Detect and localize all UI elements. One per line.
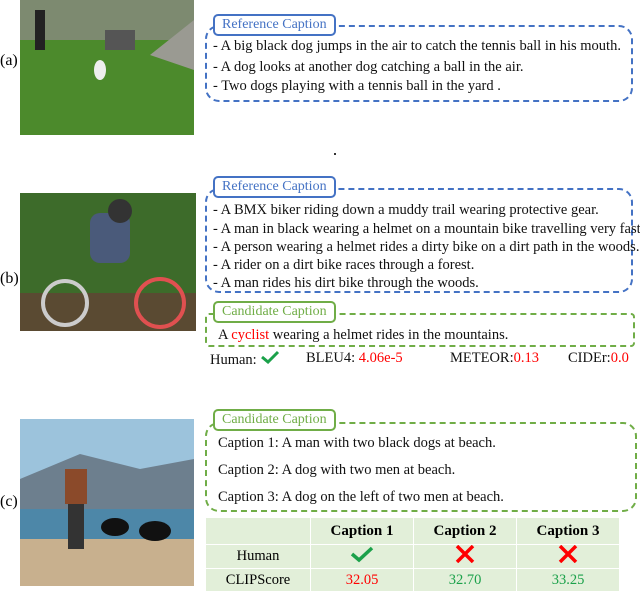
row-label: CLIPScore	[205, 568, 311, 591]
bleu-metric: BLEU4: 4.06e-5	[306, 350, 403, 367]
caption-text: wearing a helmet rides in the mountains.	[269, 327, 509, 343]
cross-icon	[558, 544, 578, 564]
panel-marker-c: (c)	[0, 493, 18, 510]
caption-text: A	[218, 327, 232, 343]
header-cell: Caption 3	[516, 517, 620, 545]
human-judgement: Human:	[210, 350, 280, 369]
reference-line: - Two dogs playing with a tennis ball in…	[213, 78, 501, 94]
table-row: Human	[205, 544, 620, 569]
cider-metric: CIDEr:0.0	[568, 350, 629, 367]
candidate-caption: A cyclist wearing a helmet rides in the …	[218, 327, 508, 344]
score-table: Caption 1 Caption 2 Caption 3 Human CLIP…	[205, 517, 620, 591]
bleu-value: 4.06e-5	[358, 350, 403, 366]
reference-line: - A man in black wearing a helmet on a m…	[213, 221, 640, 237]
dot	[334, 153, 336, 155]
human-cell	[310, 544, 414, 569]
cider-value: 0.0	[610, 350, 629, 366]
candidate-caption-label: Candidate Caption	[213, 301, 336, 323]
photo-bmx-rider	[20, 193, 196, 331]
cross-icon	[455, 544, 475, 564]
candidate-caption-label: Candidate Caption	[213, 409, 336, 431]
panel-marker-b: (b)	[0, 270, 19, 287]
table-header-row: Caption 1 Caption 2 Caption 3	[205, 517, 620, 545]
human-cell	[413, 544, 517, 569]
photo-man-dogs-beach	[20, 419, 194, 586]
human-cell	[516, 544, 620, 569]
reference-line: - A man rides his dirt bike through the …	[213, 275, 479, 291]
reference-caption-label: Reference Caption	[213, 14, 336, 36]
meteor-metric: METEOR:0.13	[450, 350, 539, 367]
reference-line: - A dog looks at another dog catching a …	[213, 59, 524, 75]
photo-dogs-yard	[20, 0, 194, 135]
reference-line: - A rider on a dirt bike races through a…	[213, 257, 475, 273]
row-label: Human	[205, 544, 311, 569]
header-cell	[205, 517, 311, 545]
panel-marker-a: (a)	[0, 52, 18, 69]
meteor-value: 0.13	[513, 350, 540, 366]
clipscore-cell: 32.05	[310, 568, 414, 591]
candidate-line: Caption 3: A dog on the left of two men …	[218, 489, 504, 505]
check-icon	[261, 350, 280, 365]
clipscore-cell: 32.70	[413, 568, 517, 591]
human-label: Human:	[210, 352, 257, 368]
reference-caption-label: Reference Caption	[213, 176, 336, 198]
check-icon	[350, 546, 374, 563]
reference-line: - A BMX biker riding down a muddy trail …	[213, 202, 599, 218]
cider-label: CIDEr:	[568, 350, 611, 366]
highlighted-word: cyclist	[231, 327, 270, 343]
table-row: CLIPScore 32.05 32.70 33.25	[205, 568, 620, 591]
header-cell: Caption 2	[413, 517, 517, 545]
candidate-line: Caption 1: A man with two black dogs at …	[218, 435, 496, 451]
meteor-label: METEOR:	[450, 350, 514, 366]
header-cell: Caption 1	[310, 517, 414, 545]
clipscore-cell: 33.25	[516, 568, 620, 591]
reference-line: - A person wearing a helmet rides a dirt…	[213, 239, 640, 255]
candidate-line: Caption 2: A dog with two men at beach.	[218, 462, 456, 478]
bleu-label: BLEU4:	[306, 350, 359, 366]
reference-line: - A big black dog jumps in the air to ca…	[213, 38, 621, 54]
figure: (a) Reference Caption - A big black dog …	[0, 0, 640, 591]
